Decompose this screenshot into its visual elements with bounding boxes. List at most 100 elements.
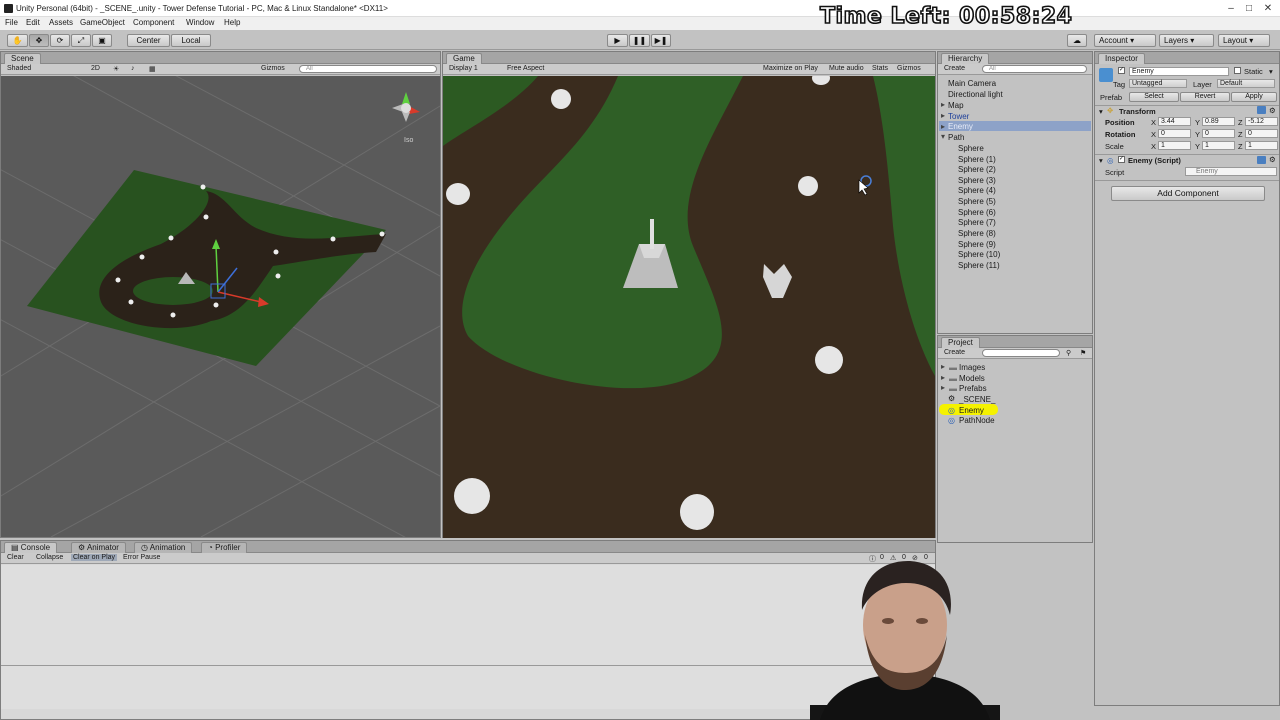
project-item-prefabs[interactable]: Prefabs [959,384,987,393]
rotation-z-field[interactable]: 0 [1245,129,1278,138]
static-dropdown-icon[interactable]: ▾ [1269,67,1273,76]
hierarchy-item-sphere-8[interactable]: Sphere (8) [958,229,996,238]
expand-arrow-icon[interactable]: ▸ [941,373,945,382]
2d-toggle[interactable]: 2D [91,65,100,72]
console-clear-on-play-button[interactable]: Clear on Play [71,554,118,561]
transform-title[interactable]: Transform [1119,107,1156,116]
hierarchy-item-sphere-5[interactable]: Sphere (5) [958,197,996,206]
tab-scene[interactable]: Scene [4,53,41,64]
minimize-button[interactable]: – [1224,3,1238,14]
close-button[interactable]: ✕ [1261,3,1275,14]
display-dropdown[interactable]: Display 1 [449,65,478,72]
position-z-field[interactable]: -5.12 [1245,117,1278,126]
menu-gameobject[interactable]: GameObject [80,18,125,27]
hierarchy-item-sphere-3[interactable]: Sphere (3) [958,176,996,185]
foldout-arrow-icon[interactable]: ▾ [1099,107,1103,116]
console-log-area[interactable] [1,565,935,665]
prefab-select-button[interactable]: Select [1129,92,1179,102]
active-checkbox[interactable]: ✓ [1118,67,1125,74]
prefab-revert-button[interactable]: Revert [1180,92,1230,102]
collapse-arrow-icon[interactable]: ▾ [941,132,945,141]
play-button[interactable]: ▶ [607,34,628,47]
cloud-icon[interactable]: ☁ [1067,34,1087,47]
hierarchy-item-directional-light[interactable]: Directional light [948,90,1003,99]
help-book-icon[interactable] [1257,106,1266,114]
tab-inspector[interactable]: Inspector [1098,53,1145,64]
expand-arrow-icon[interactable]: ▸ [941,383,945,392]
account-dropdown[interactable]: Account ▾ [1094,34,1156,47]
tab-animation[interactable]: ◷ Animation [134,542,193,553]
tab-game[interactable]: Game [446,53,482,64]
scale-tool-icon[interactable]: ⤢ [71,34,91,47]
console-clear-button[interactable]: Clear [7,554,24,561]
object-name-field[interactable]: Enemy [1129,67,1229,76]
position-y-field[interactable]: 0.89 [1202,117,1235,126]
script-component-title[interactable]: Enemy (Script) [1128,156,1181,165]
project-item-pathnode[interactable]: PathNode [959,416,995,425]
tab-project[interactable]: Project [941,337,980,348]
pivot-center-toggle[interactable]: Center [127,34,170,47]
shading-dropdown[interactable]: Shaded [7,65,31,72]
game-viewport[interactable] [443,76,935,538]
project-item-models[interactable]: Models [959,374,985,383]
scene-search-input[interactable]: All [299,65,437,73]
rotation-x-field[interactable]: 0 [1158,129,1191,138]
menu-help[interactable]: Help [224,18,240,27]
move-tool-icon[interactable]: ✥ [29,34,49,47]
hand-tool-icon[interactable]: ✋ [7,34,28,47]
component-settings-gear-icon[interactable]: ⚙ [1269,106,1276,115]
scene-gizmos-dropdown[interactable]: Gizmos [261,65,285,72]
light-toggle-icon[interactable]: ☀ [113,65,119,73]
scale-y-field[interactable]: 1 [1202,141,1235,150]
mute-audio-toggle[interactable]: Mute audio [829,65,864,72]
hierarchy-item-tower[interactable]: Tower [948,112,969,121]
step-button[interactable]: ▶❚ [651,34,671,47]
hierarchy-item-path[interactable]: Path [948,133,964,142]
project-item-enemy[interactable]: Enemy [959,406,984,415]
prefab-apply-button[interactable]: Apply [1231,92,1277,102]
filter-type-icon[interactable]: ⚲ [1066,349,1071,357]
rect-tool-icon[interactable]: ▣ [92,34,112,47]
project-search-input[interactable] [982,349,1060,357]
console-collapse-button[interactable]: Collapse [36,554,63,561]
expand-arrow-icon[interactable]: ▸ [941,362,945,371]
aspect-dropdown[interactable]: Free Aspect [507,65,544,72]
hierarchy-create-dropdown[interactable]: Create [944,65,965,72]
expand-arrow-icon[interactable]: ▸ [941,100,945,109]
hierarchy-item-map[interactable]: Map [948,101,964,110]
tab-profiler[interactable]: ◔ Profiler [201,542,248,553]
add-component-button[interactable]: Add Component [1111,186,1265,201]
menu-component[interactable]: Component [133,18,174,27]
effects-toggle-icon[interactable]: ▦ [149,65,156,73]
hierarchy-search-input[interactable]: All [982,65,1087,73]
pivot-local-toggle[interactable]: Local [171,34,211,47]
expand-arrow-icon[interactable]: ▸ [941,111,945,120]
audio-toggle-icon[interactable]: ♪ [131,65,135,72]
rotation-y-field[interactable]: 0 [1202,129,1235,138]
script-enabled-checkbox[interactable]: ✓ [1118,156,1125,163]
static-checkbox[interactable] [1234,67,1241,74]
tab-animator[interactable]: ⚙ Animator [71,542,126,553]
menu-assets[interactable]: Assets [49,18,73,27]
hierarchy-item-sphere-1[interactable]: Sphere (1) [958,155,996,164]
menu-file[interactable]: File [5,18,18,27]
project-item-scene[interactable]: _SCENE_ [959,395,995,404]
game-gizmos-dropdown[interactable]: Gizmos [897,65,921,72]
help-book-icon[interactable] [1257,156,1266,164]
hierarchy-item-sphere-11[interactable]: Sphere (11) [958,261,1000,270]
menu-edit[interactable]: Edit [26,18,40,27]
layer-dropdown[interactable]: Default [1217,79,1275,88]
filter-label-icon[interactable]: ⚑ [1080,349,1086,357]
scale-z-field[interactable]: 1 [1245,141,1278,150]
component-settings-gear-icon[interactable]: ⚙ [1269,155,1276,164]
tab-console[interactable]: ▤ Console [4,542,58,553]
hierarchy-item-main-camera[interactable]: Main Camera [948,79,996,88]
tab-hierarchy[interactable]: Hierarchy [941,53,990,64]
hierarchy-item-sphere-4[interactable]: Sphere (4) [958,186,996,195]
tag-dropdown[interactable]: Untagged [1129,79,1187,88]
hierarchy-item-sphere-6[interactable]: Sphere (6) [958,208,996,217]
project-item-images[interactable]: Images [959,363,985,372]
hierarchy-item-sphere-9[interactable]: Sphere (9) [958,240,996,249]
project-create-dropdown[interactable]: Create [944,349,965,356]
layers-dropdown[interactable]: Layers ▾ [1159,34,1214,47]
